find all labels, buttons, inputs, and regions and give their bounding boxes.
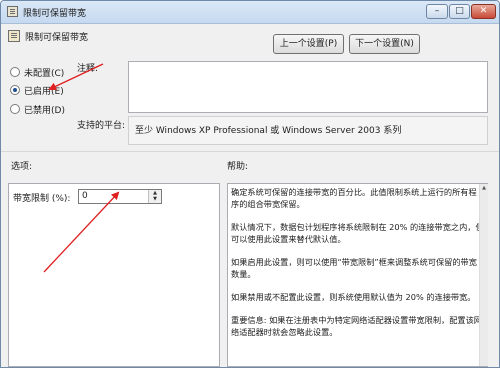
stepper-down-icon[interactable]: ▼ bbox=[149, 196, 161, 202]
maximize-button[interactable]: □ bbox=[449, 4, 470, 19]
radio-label: 未配置(C) bbox=[24, 69, 65, 79]
platform-value: 至少 Windows XP Professional 或 Windows Ser… bbox=[128, 116, 488, 145]
options-label: 选项: bbox=[11, 162, 33, 172]
radio-button[interactable] bbox=[10, 67, 20, 77]
bandwidth-limit-value[interactable]: 0 bbox=[82, 191, 88, 201]
help-paragraph: 默认情况下，数据包计划程序将系统限制在 20% 的连接带宽之内，但可以使用此设置… bbox=[231, 222, 484, 244]
help-paragraph: 重要信息: 如果在注册表中为特定网络适配器设置带宽限制，配置该网络适配器时就会忽… bbox=[231, 315, 482, 337]
radio-button[interactable] bbox=[10, 85, 20, 95]
radio-label: 已启用(E) bbox=[24, 87, 64, 97]
radio-button[interactable] bbox=[10, 104, 20, 114]
help-scrollbar[interactable]: ▲ bbox=[479, 184, 488, 366]
help-paragraph: 确定系统可保留的连接带宽的百分比。此值限制系统上运行的所有程序的组合带宽保留。 bbox=[231, 187, 477, 209]
help-paragraph: 如果禁用或不配置此设置，则系统使用默认值为 20% 的连接带宽。 bbox=[231, 292, 476, 302]
bandwidth-limit-stepper[interactable]: 0 ▲ ▼ bbox=[78, 189, 162, 204]
divider bbox=[1, 151, 499, 152]
stepper-arrows[interactable]: ▲ ▼ bbox=[148, 190, 161, 203]
next-setting-button[interactable]: 下一个设置(N) bbox=[349, 34, 420, 54]
maximize-icon: □ bbox=[455, 6, 464, 16]
close-button[interactable]: ✕ bbox=[471, 4, 496, 19]
help-paragraph: 如果启用此设置，则可以使用“带宽限制”框来调整系统可保留的带宽数量。 bbox=[231, 257, 477, 279]
radio-label: 已禁用(D) bbox=[24, 106, 65, 116]
comment-label: 注释: bbox=[77, 64, 99, 74]
bandwidth-limit-label: 带宽限制 (%): bbox=[13, 194, 71, 204]
options-panel: 带宽限制 (%): 0 ▲ ▼ bbox=[8, 183, 220, 367]
policy-dialog: 限制可保留带宽 – □ ✕ 限制可保留带宽 上一个设置(P) 下一个设置(N) … bbox=[0, 0, 500, 368]
comment-input[interactable] bbox=[128, 61, 488, 113]
title-bar: 限制可保留带宽 – □ ✕ bbox=[1, 1, 499, 24]
help-label: 帮助: bbox=[227, 162, 249, 172]
help-text-panel: 确定系统可保留的连接带宽的百分比。此值限制系统上运行的所有程序的组合带宽保留。 … bbox=[227, 183, 488, 367]
close-icon: ✕ bbox=[479, 6, 488, 16]
setting-title: 限制可保留带宽 bbox=[25, 33, 89, 43]
platform-label: 支持的平台: bbox=[77, 121, 126, 131]
minimize-button[interactable]: – bbox=[426, 4, 448, 19]
scroll-up-icon[interactable]: ▲ bbox=[481, 186, 487, 191]
previous-setting-button[interactable]: 上一个设置(P) bbox=[273, 34, 344, 54]
window-title: 限制可保留带宽 bbox=[23, 9, 87, 19]
policy-icon bbox=[8, 30, 20, 42]
minimize-icon: – bbox=[434, 6, 440, 16]
policy-icon bbox=[7, 6, 18, 17]
